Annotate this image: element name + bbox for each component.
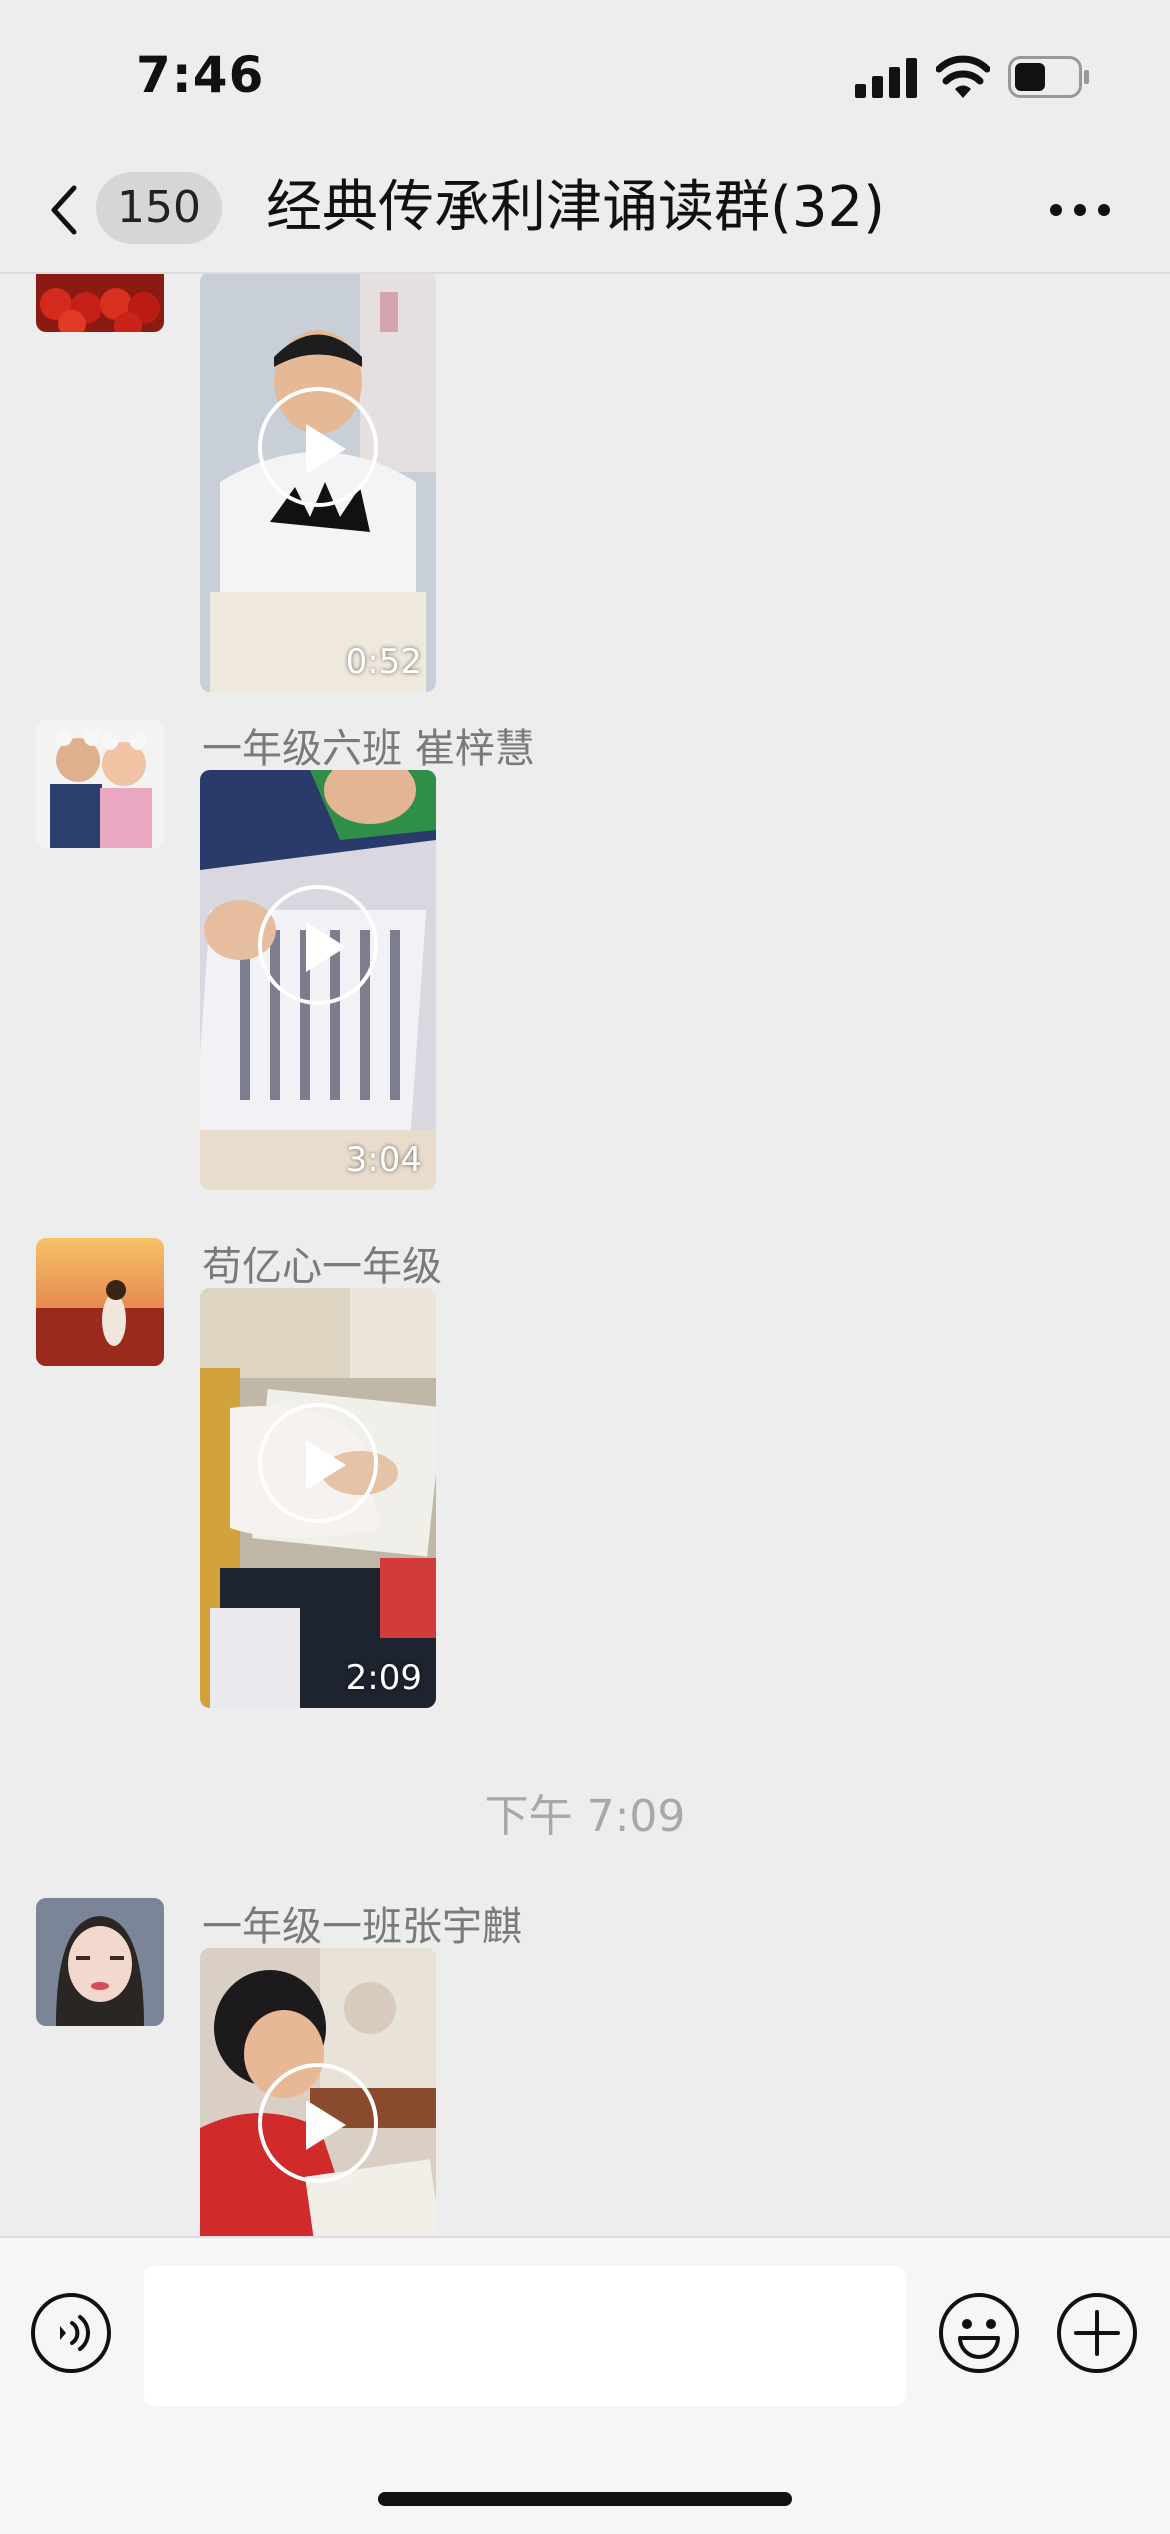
- message-list[interactable]: 0:52 一年级六班 崔梓慧 3:04 苟亿心一年级 2:09 下午 7:09 …: [0, 274, 1170, 2236]
- more-dots-icon[interactable]: [1048, 202, 1112, 218]
- video-duration: 3:04: [345, 1140, 422, 1180]
- play-icon: [258, 885, 378, 1005]
- chat-header: 150 经典传承利津诵读群(32): [0, 150, 1170, 274]
- input-bar: [0, 2236, 1170, 2534]
- video-message[interactable]: 0:52: [200, 274, 436, 692]
- battery-icon: [1008, 56, 1089, 98]
- voice-icon[interactable]: [30, 2292, 112, 2374]
- cellular-signal-icon: [855, 58, 917, 98]
- sender-name: 苟亿心一年级: [202, 1244, 442, 1290]
- video-duration: 2:09: [345, 1658, 422, 1698]
- plus-icon[interactable]: [1056, 2292, 1138, 2374]
- avatar[interactable]: [36, 720, 164, 848]
- avatar[interactable]: [36, 274, 164, 332]
- sender-name: 一年级六班 崔梓慧: [202, 726, 535, 772]
- chevron-left-icon[interactable]: [44, 180, 84, 240]
- time-divider: 下午 7:09: [484, 1791, 686, 1842]
- avatar[interactable]: [36, 1238, 164, 1366]
- video-message[interactable]: 3:04: [200, 770, 436, 1190]
- sender-name: 一年级一班张宇麒: [202, 1904, 522, 1950]
- status-bar: 7:46: [0, 0, 1170, 150]
- play-icon: [258, 387, 378, 507]
- status-time: 7:46: [136, 46, 265, 104]
- home-indicator: [378, 2492, 792, 2506]
- play-icon: [258, 1403, 378, 1523]
- chat-title: 经典传承利津诵读群(32): [266, 175, 885, 240]
- video-message[interactable]: [200, 1948, 436, 2236]
- emoji-icon[interactable]: [938, 2292, 1020, 2374]
- unread-count-badge[interactable]: 150: [96, 172, 222, 244]
- video-duration: 0:52: [345, 642, 422, 682]
- play-icon: [258, 2063, 378, 2183]
- wifi-icon: [936, 55, 990, 98]
- avatar[interactable]: [36, 1898, 164, 2026]
- video-message[interactable]: 2:09: [200, 1288, 436, 1708]
- message-input[interactable]: [144, 2266, 906, 2406]
